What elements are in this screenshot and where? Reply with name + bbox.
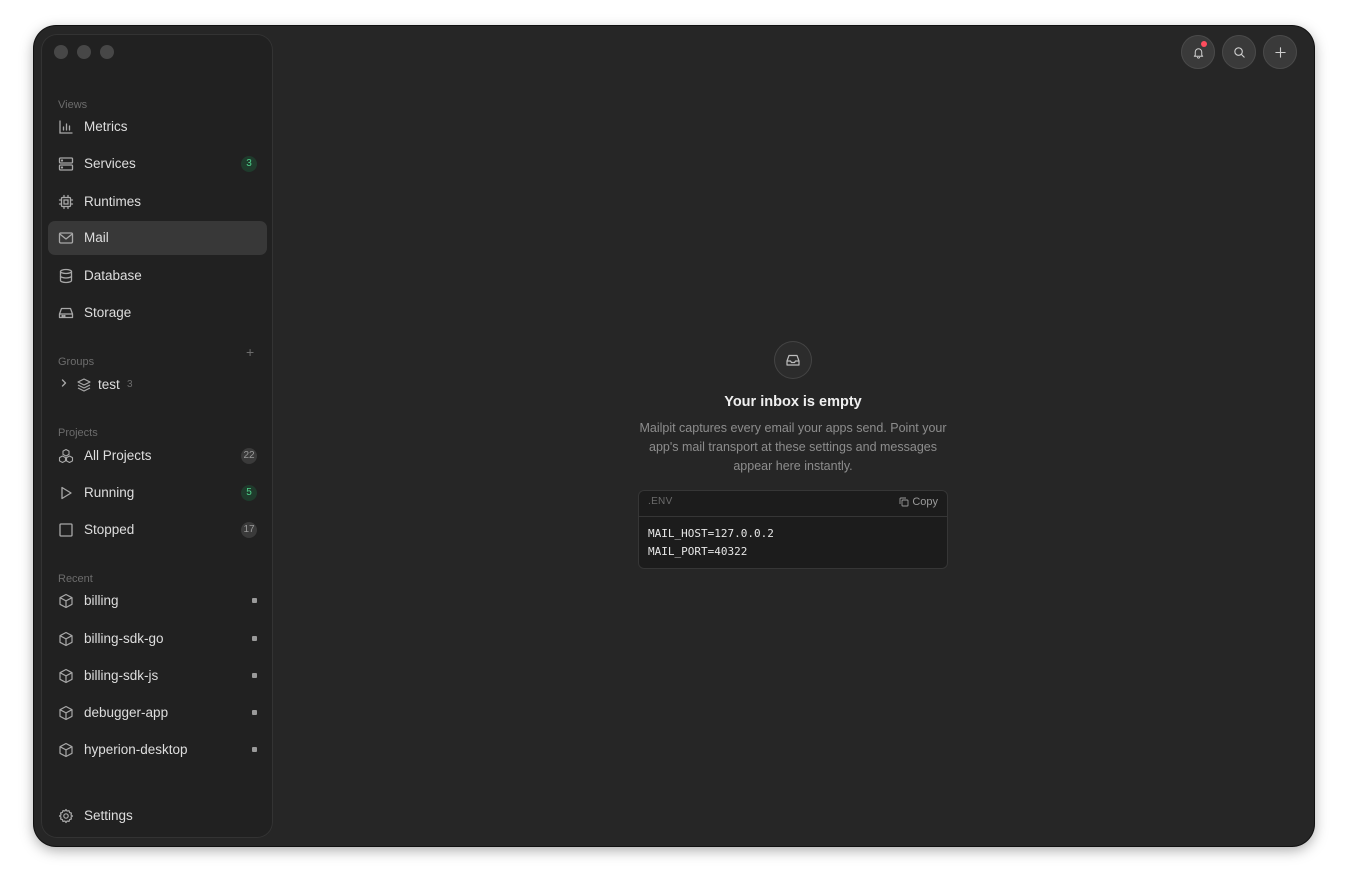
recent-item-debugger-app[interactable]: debugger-app [48, 696, 267, 730]
close-window-button[interactable] [54, 45, 68, 59]
gear-icon [58, 808, 74, 824]
recent-item-billing[interactable]: billing [48, 584, 267, 618]
copy-label: Copy [912, 496, 938, 508]
sidebar-item-metrics[interactable]: Metrics [48, 110, 267, 144]
sidebar-item-label: billing [84, 593, 119, 608]
sidebar-item-label: Database [84, 268, 142, 283]
status-indicator [252, 710, 257, 715]
sidebar: Views Metrics Services 3 Runtimes Mail D… [41, 34, 273, 838]
plus-icon [1274, 46, 1287, 59]
services-count-badge: 3 [241, 156, 257, 172]
cpu-icon [58, 194, 74, 210]
app-window: Views Metrics Services 3 Runtimes Mail D… [34, 26, 1314, 846]
env-snippet-header: .ENV Copy [638, 490, 948, 517]
copy-button[interactable]: Copy [899, 496, 938, 508]
status-indicator [252, 598, 257, 603]
chevron-right-icon[interactable] [58, 377, 70, 389]
sidebar-item-label: Mail [84, 230, 109, 245]
play-icon [58, 485, 74, 501]
sidebar-item-label: Settings [84, 808, 133, 823]
hard-drive-icon [58, 305, 74, 321]
window-controls [54, 45, 114, 59]
all-projects-count-badge: 22 [241, 448, 257, 464]
running-count-badge: 5 [241, 485, 257, 501]
server-icon [58, 156, 74, 172]
sidebar-item-storage[interactable]: Storage [48, 296, 267, 330]
sidebar-item-runtimes[interactable]: Runtimes [48, 185, 267, 219]
recent-item-billing-sdk-go[interactable]: billing-sdk-go [48, 622, 267, 656]
bell-icon [1192, 46, 1205, 59]
square-icon [58, 522, 74, 538]
env-label: .ENV [648, 496, 673, 507]
stopped-count-badge: 17 [241, 522, 257, 538]
inbox-icon [785, 352, 801, 368]
group-count: 3 [127, 379, 133, 390]
group-item-test[interactable]: test 3 [48, 372, 267, 398]
sidebar-item-label: Stopped [84, 522, 135, 537]
sidebar-item-running[interactable]: Running 5 [48, 476, 267, 510]
sidebar-item-label: billing-sdk-js [84, 668, 159, 683]
package-icon [58, 742, 74, 758]
sidebar-item-services[interactable]: Services 3 [48, 147, 267, 181]
status-indicator [252, 636, 257, 641]
sidebar-item-label: Runtimes [84, 194, 142, 209]
env-line-mail-host: MAIL_HOST=127.0.0.2 [648, 527, 774, 540]
boxes-icon [58, 448, 74, 464]
inbox-icon-badge [774, 341, 812, 379]
env-line-mail-port: MAIL_PORT=40322 [648, 545, 748, 558]
copy-icon [899, 497, 909, 507]
search-icon [1233, 46, 1246, 59]
sidebar-item-label: Services [84, 156, 136, 171]
sidebar-item-stopped[interactable]: Stopped 17 [48, 513, 267, 547]
notification-dot [1201, 41, 1207, 47]
sidebar-item-label: Storage [84, 305, 132, 320]
empty-state-title: Your inbox is empty [724, 394, 862, 410]
sidebar-item-mail[interactable]: Mail [48, 221, 267, 255]
mail-icon [58, 230, 74, 246]
section-label-groups: Groups [58, 356, 95, 368]
recent-item-hyperion-desktop[interactable]: hyperion-desktop [48, 733, 267, 767]
sidebar-item-database[interactable]: Database [48, 259, 267, 293]
sidebar-item-label: Running [84, 485, 135, 500]
database-icon [58, 268, 74, 284]
layers-icon [76, 377, 92, 393]
package-icon [58, 705, 74, 721]
sidebar-item-settings[interactable]: Settings [48, 799, 267, 833]
bar-chart-icon [58, 119, 74, 135]
sidebar-item-label: Metrics [84, 119, 128, 134]
sidebar-item-label: debugger-app [84, 705, 169, 720]
env-snippet: .ENV Copy MAIL_HOST=127.0.0.2 MAIL_PORT=… [638, 490, 948, 569]
recent-item-billing-sdk-js[interactable]: billing-sdk-js [48, 659, 267, 693]
maximize-window-button[interactable] [100, 45, 114, 59]
package-icon [58, 631, 74, 647]
sidebar-item-label: All Projects [84, 448, 152, 463]
empty-state-description: Mailpit captures every email your apps s… [639, 421, 947, 473]
sidebar-item-all-projects[interactable]: All Projects 22 [48, 439, 267, 473]
package-icon [58, 593, 74, 609]
minimize-window-button[interactable] [77, 45, 91, 59]
sidebar-item-label: billing-sdk-go [84, 631, 164, 646]
status-indicator [252, 673, 257, 678]
search-button[interactable] [1222, 35, 1256, 69]
section-label-projects: Projects [58, 427, 98, 439]
notifications-button[interactable] [1181, 35, 1215, 69]
add-group-button[interactable]: + [246, 345, 254, 359]
add-button[interactable] [1263, 35, 1297, 69]
group-label: test [98, 377, 120, 392]
status-indicator [252, 747, 257, 752]
package-icon [58, 668, 74, 684]
sidebar-item-label: hyperion-desktop [84, 742, 188, 757]
